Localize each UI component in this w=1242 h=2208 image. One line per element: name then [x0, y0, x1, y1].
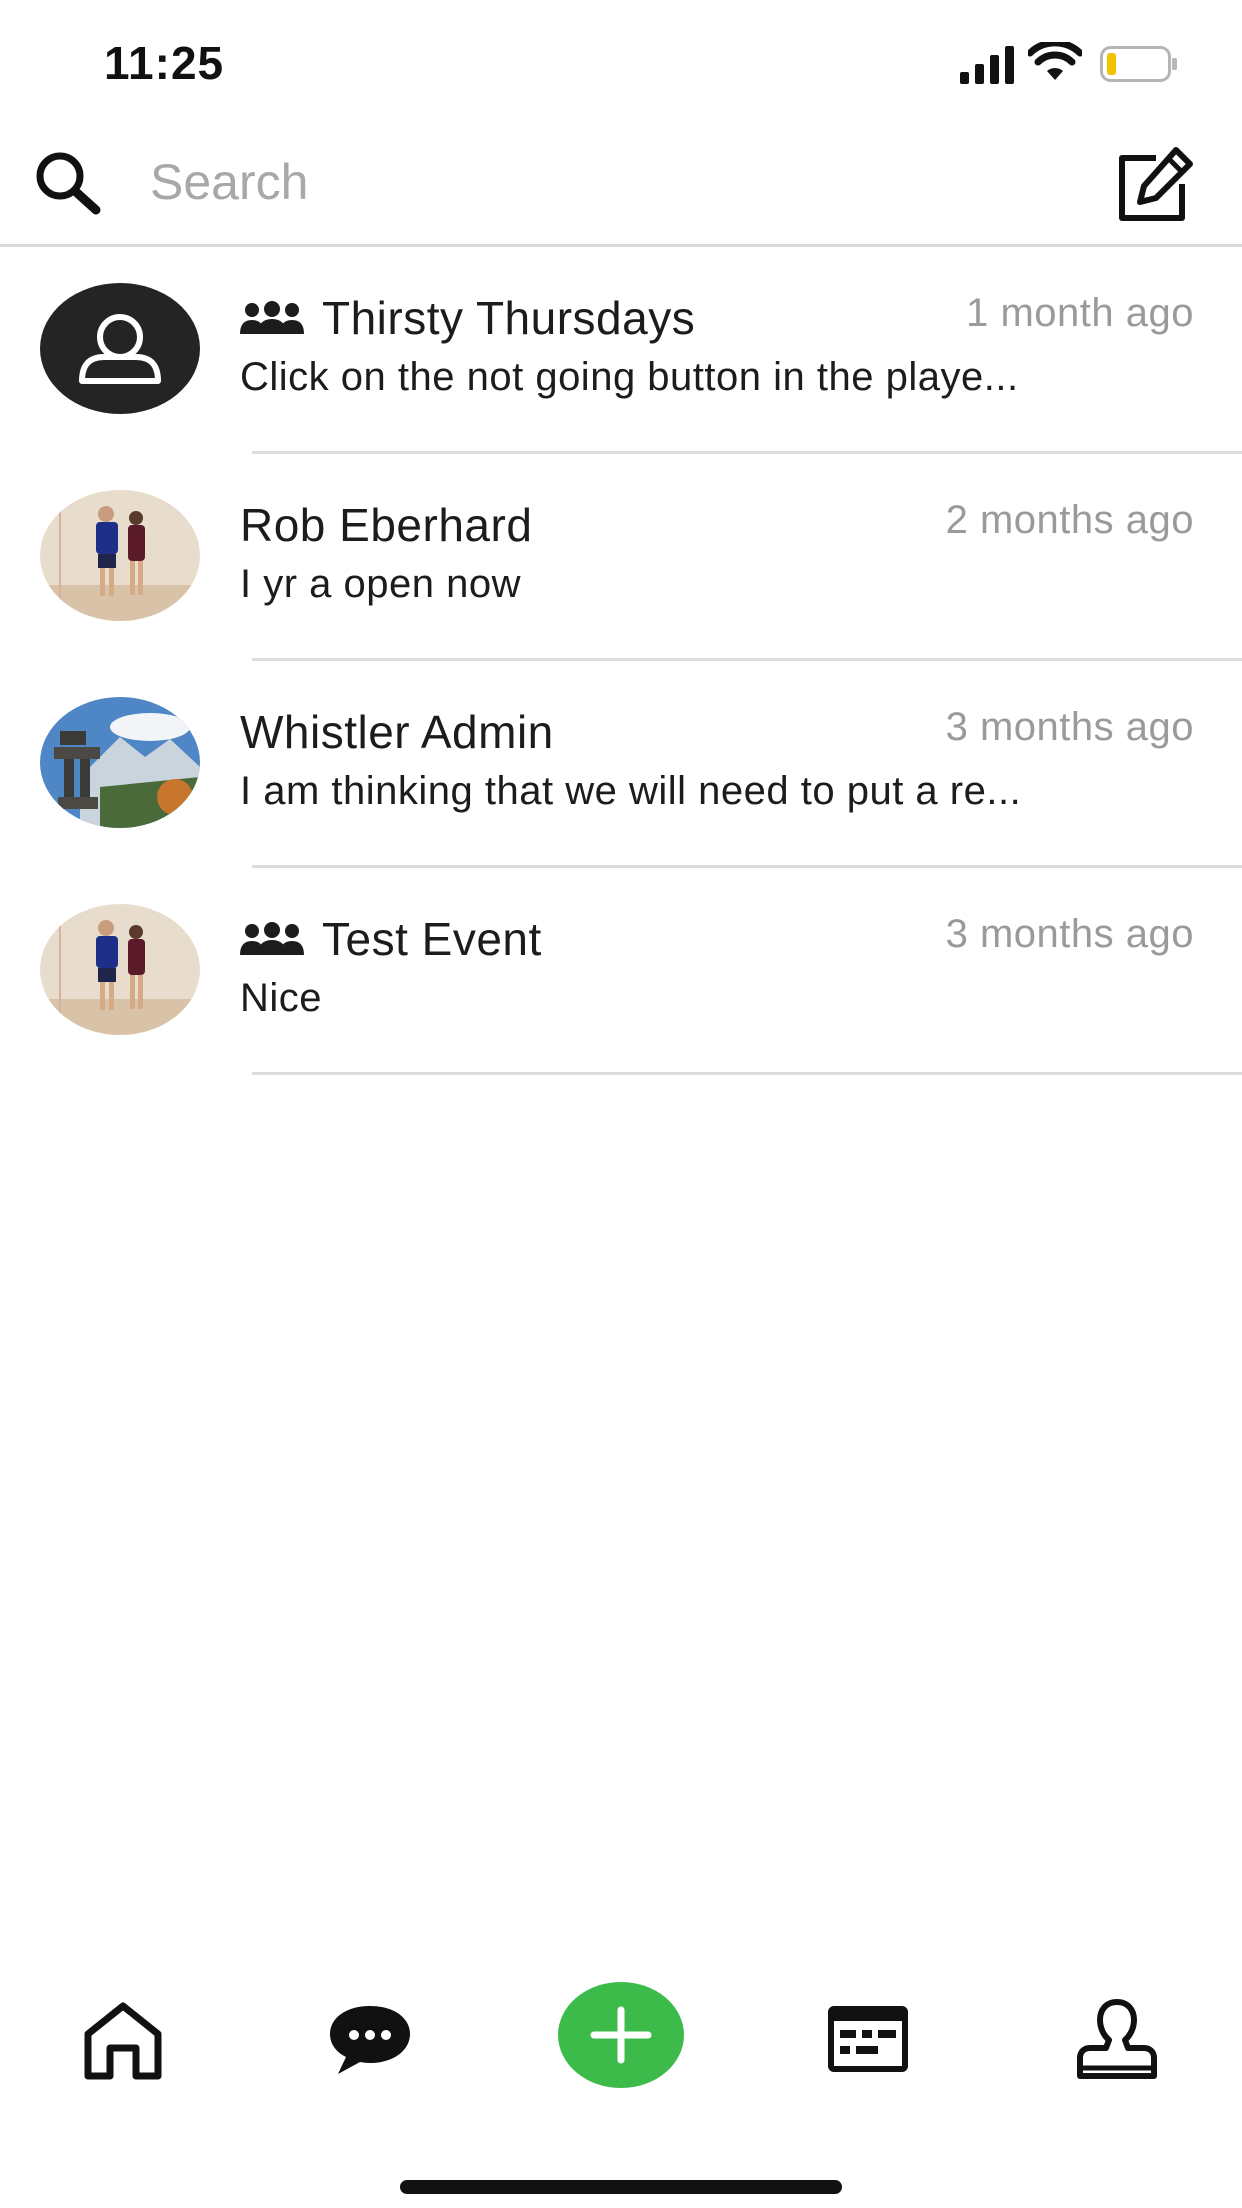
mountain-photo-icon	[40, 697, 200, 828]
conversation-name: Thirsty Thursdays	[322, 292, 696, 344]
conversation-preview: Click on the not going button in the pla…	[240, 355, 1019, 399]
search-icon[interactable]	[32, 148, 104, 220]
compose-icon[interactable]	[1116, 146, 1194, 224]
conversation-title: Test Event	[240, 912, 542, 966]
tab-bar	[0, 1980, 1242, 2130]
conversation-time: 3 months ago	[945, 705, 1194, 749]
messages-icon[interactable]	[328, 2004, 412, 2076]
avatar	[40, 697, 200, 828]
conversation-title: Thirsty Thursdays	[240, 291, 695, 345]
home-indicator[interactable]	[400, 2180, 842, 2194]
conversation-time: 3 months ago	[945, 912, 1194, 956]
status-bar: 11:25	[0, 0, 1242, 120]
battery-icon	[1100, 46, 1177, 82]
home-icon[interactable]	[82, 2000, 164, 2082]
user-icon	[40, 283, 200, 414]
status-time: 11:25	[104, 37, 225, 89]
group-icon	[240, 301, 304, 334]
avatar	[40, 490, 200, 621]
conversation-time: 1 month ago	[966, 291, 1194, 335]
wifi-icon	[1028, 42, 1082, 80]
cellular-signal-icon	[960, 46, 1014, 84]
conversation-preview: I yr a open now	[240, 562, 521, 606]
schedule-icon[interactable]	[828, 2006, 908, 2072]
search-input[interactable]	[150, 142, 1050, 222]
conversation-name: Rob Eberhard	[240, 499, 533, 551]
conversation-preview: Nice	[240, 976, 323, 1020]
divider	[252, 1072, 1242, 1075]
conversation-title: Rob Eberhard	[240, 498, 532, 552]
conversation-name: Whistler Admin	[240, 706, 554, 758]
conversation-list: Thirsty Thursdays 1 month ago Click on t…	[0, 247, 1242, 1075]
search-bar	[0, 120, 1242, 247]
profile-icon[interactable]	[1076, 1998, 1158, 2080]
avatar	[40, 283, 200, 414]
couple-photo-icon	[40, 904, 200, 1035]
conversation-item[interactable]: Rob Eberhard 2 months ago I yr a open no…	[0, 454, 1242, 661]
conversation-time: 2 months ago	[945, 498, 1194, 542]
conversation-name: Test Event	[322, 913, 542, 965]
conversation-title: Whistler Admin	[240, 705, 554, 759]
conversation-item[interactable]: Thirsty Thursdays 1 month ago Click on t…	[0, 247, 1242, 454]
couple-photo-icon	[40, 490, 200, 621]
group-icon	[240, 922, 304, 955]
conversation-item[interactable]: Whistler Admin 3 months ago I am thinkin…	[0, 661, 1242, 868]
conversation-item[interactable]: Test Event 3 months ago Nice	[0, 868, 1242, 1075]
add-icon[interactable]	[558, 1982, 684, 2088]
conversation-preview: I am thinking that we will need to put a…	[240, 769, 1022, 813]
avatar	[40, 904, 200, 1035]
